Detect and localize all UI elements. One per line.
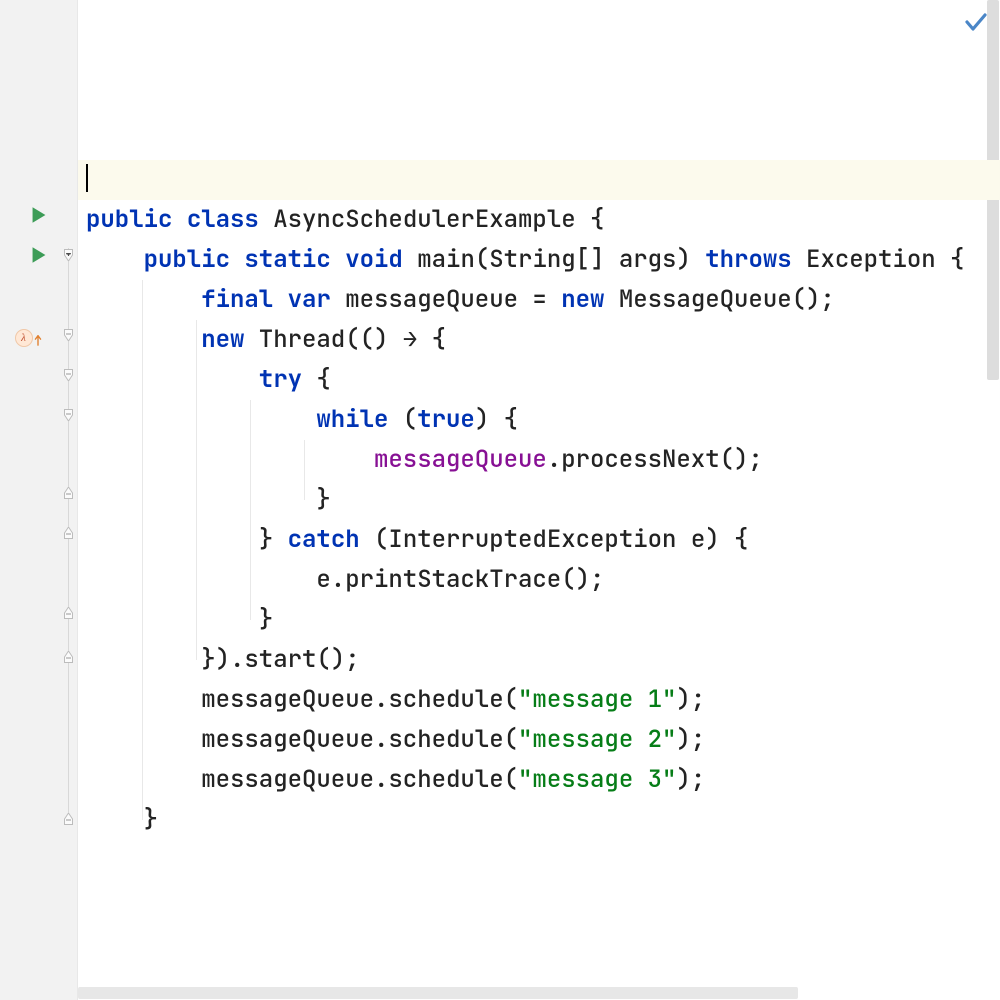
fold-handle-icon[interactable]	[62, 329, 75, 342]
code-line-active[interactable]	[78, 160, 1000, 200]
code-line[interactable]	[78, 0, 1000, 40]
code-line[interactable]: }	[78, 600, 1000, 640]
code-line[interactable]: messageQueue.schedule("message 1");	[78, 680, 1000, 720]
code-line[interactable]: }).start();	[78, 640, 1000, 680]
code-line[interactable]: e.printStackTrace();	[78, 560, 1000, 600]
code-content[interactable]: public class AsyncSchedulerExample { pub…	[78, 0, 1000, 840]
code-line[interactable]: }	[78, 800, 1000, 840]
code-line[interactable]	[78, 40, 1000, 80]
code-line[interactable]: while (true) {	[78, 400, 1000, 440]
code-line[interactable]	[78, 120, 1000, 160]
code-line[interactable]: messageQueue.schedule("message 2");	[78, 720, 1000, 760]
fold-handle-icon[interactable]	[62, 486, 75, 499]
fold-handle-icon[interactable]	[62, 606, 75, 619]
code-line[interactable]	[78, 80, 1000, 120]
fold-handle-icon[interactable]	[62, 249, 75, 262]
fold-handle-icon[interactable]	[62, 369, 75, 382]
code-line[interactable]: try {	[78, 360, 1000, 400]
code-line[interactable]: }	[78, 480, 1000, 520]
code-line[interactable]: final var messageQueue = new MessageQueu…	[78, 280, 1000, 320]
caret-icon	[86, 164, 88, 192]
horizontal-scrollbar-thumb[interactable]	[78, 987, 798, 999]
fold-handle-icon[interactable]	[62, 526, 75, 539]
code-line[interactable]: messageQueue.schedule("message 3");	[78, 760, 1000, 800]
code-line[interactable]: new Thread(() → {	[78, 320, 1000, 360]
fold-handle-icon[interactable]	[62, 409, 75, 422]
code-line[interactable]: messageQueue.processNext();	[78, 440, 1000, 480]
editor-area[interactable]: public class AsyncSchedulerExample { pub…	[78, 0, 1000, 1000]
horizontal-scrollbar[interactable]	[78, 986, 986, 1000]
code-line[interactable]: public class AsyncSchedulerExample {	[78, 200, 1000, 240]
gutter: λ	[0, 0, 78, 1000]
fold-column	[62, 0, 76, 1000]
code-line[interactable]: } catch (InterruptedException e) {	[78, 520, 1000, 560]
fold-handle-icon[interactable]	[62, 650, 75, 663]
fold-handle-icon[interactable]	[62, 812, 75, 825]
code-line[interactable]: public static void main(String[] args) t…	[78, 240, 1000, 280]
